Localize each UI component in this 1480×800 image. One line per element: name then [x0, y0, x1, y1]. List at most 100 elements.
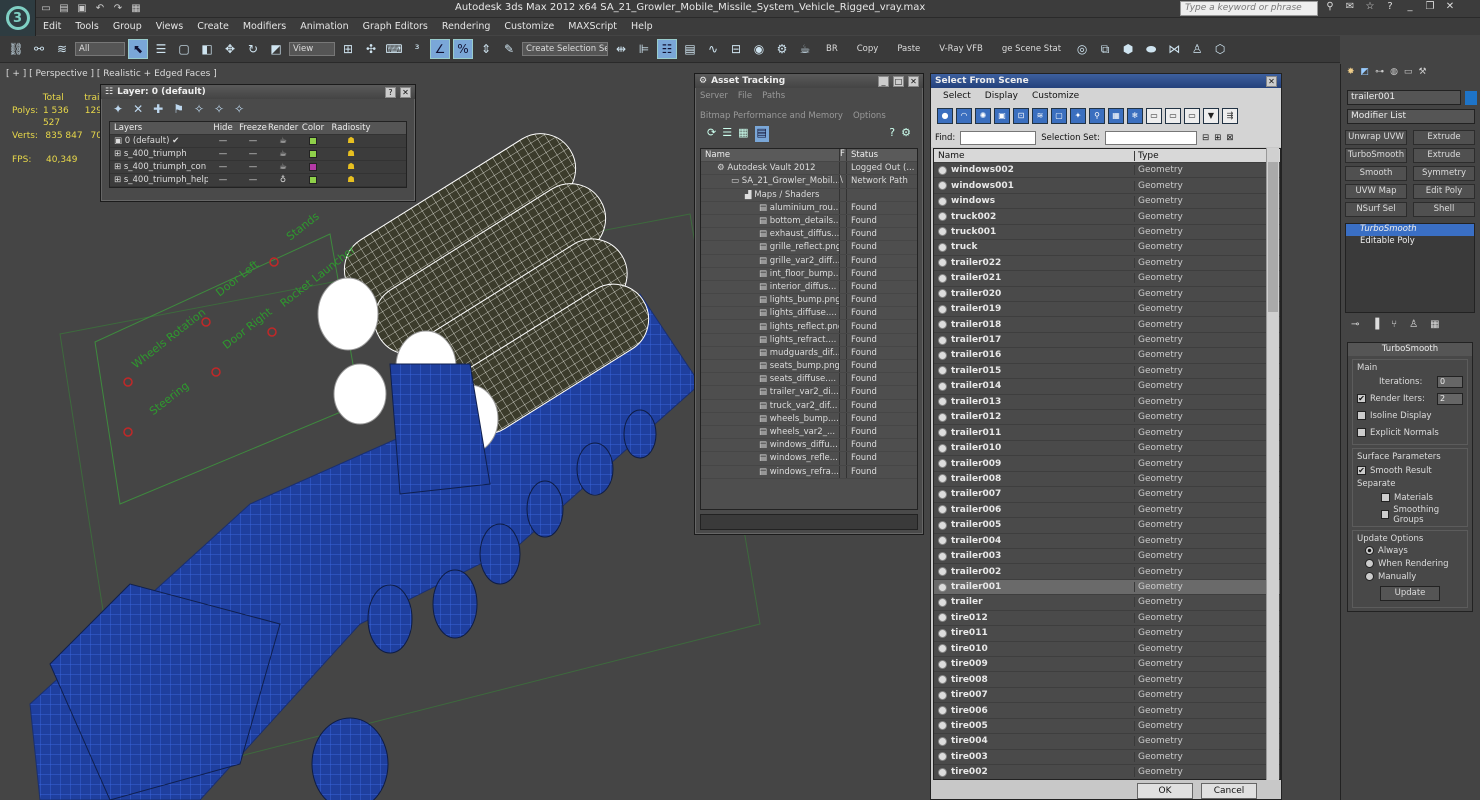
object-row[interactable]: tire007 Geometry — [934, 688, 1280, 704]
object-row[interactable]: tire012 Geometry — [934, 611, 1280, 627]
object-row[interactable]: tire004 Geometry — [934, 734, 1280, 750]
render-iters-checkbox[interactable]: ✔ — [1357, 394, 1366, 403]
menu-maxscript[interactable]: MAXScript — [561, 21, 624, 32]
asset-row[interactable]: ▤ wheels_var2_... Found — [701, 425, 917, 440]
object-row[interactable]: tire005 Geometry — [934, 719, 1280, 735]
motion-tab-icon[interactable]: ◍ — [1390, 67, 1398, 83]
freeze-all-icon[interactable]: ✧ — [234, 102, 244, 116]
col-name[interactable]: Name — [701, 150, 839, 160]
extrude-button[interactable]: Extrude — [1413, 130, 1475, 145]
restore-icon[interactable]: ❐ — [1422, 1, 1438, 16]
paste-button[interactable]: Paste — [889, 44, 928, 54]
modifier-list-dropdown[interactable]: Modifier List — [1347, 109, 1475, 124]
display-spacewarps-icon[interactable]: ≋ — [1032, 108, 1048, 124]
hide-all-icon[interactable]: ✧ — [214, 102, 224, 116]
render-setup-icon[interactable]: ⚙ — [772, 39, 792, 59]
object-row[interactable]: trailer012 Geometry — [934, 410, 1280, 426]
close-icon[interactable]: ✕ — [908, 75, 919, 87]
search-icon[interactable]: ⚲ — [1322, 1, 1338, 16]
freeze-toggle[interactable]: — — [238, 175, 268, 185]
menu-bitmap-performance[interactable]: Bitmap Performance and Memory — [700, 111, 843, 121]
symmetry-button[interactable]: Symmetry — [1413, 166, 1475, 181]
move-icon[interactable]: ✥ — [220, 39, 240, 59]
menu-create[interactable]: Create — [190, 21, 236, 32]
render-teapot-icon[interactable]: ☕ — [268, 162, 298, 172]
menu-options[interactable]: Options — [853, 111, 886, 121]
create-tab-icon[interactable]: ✸ — [1347, 67, 1355, 83]
filter-icon[interactable]: ▼ — [1203, 108, 1219, 124]
asset-row[interactable]: ▤ lights_bump.png Found — [701, 294, 917, 308]
smoothing-groups-checkbox[interactable] — [1381, 510, 1390, 519]
mirror-icon[interactable]: ⇹ — [611, 39, 631, 59]
asset-row[interactable]: ⚙ Autodesk Vault 2012 Logged Out (... — [701, 162, 917, 176]
graphite-ribbon-icon[interactable]: ▤ — [680, 39, 700, 59]
object-row[interactable]: trailer005 Geometry — [934, 518, 1280, 534]
object-row[interactable]: tire008 Geometry — [934, 672, 1280, 688]
asset-row[interactable]: ▤ seats_bump.png Found — [701, 360, 917, 374]
menu-select[interactable]: Select — [943, 91, 971, 102]
col-radiosity[interactable]: Radiosity — [328, 123, 374, 133]
object-row[interactable]: trailer004 Geometry — [934, 534, 1280, 549]
menu-group[interactable]: Group — [106, 21, 149, 32]
asset-row[interactable]: ▤ aluminium_rou... Found — [701, 201, 917, 215]
angle-snap-icon[interactable]: ∠ — [430, 39, 450, 59]
asset-row[interactable]: ▭ SA_21_Growler_Mobil... \ Network Path — [701, 175, 917, 189]
highlight-layer-icon[interactable]: ✧ — [194, 102, 204, 116]
display-lights-icon[interactable]: ✺ — [975, 108, 991, 124]
remove-modifier-icon[interactable]: ♙ — [1409, 319, 1418, 330]
object-list-scrollbar[interactable] — [1266, 148, 1279, 780]
undo-icon[interactable]: ↶ — [92, 2, 108, 16]
copy-button[interactable]: Copy — [849, 44, 887, 54]
delete-layer-icon[interactable]: ✕ — [133, 102, 143, 116]
ok-button[interactable]: OK — [1137, 783, 1193, 799]
radiosity-icon[interactable]: ☗ — [328, 162, 374, 172]
help-icon[interactable]: ? — [385, 86, 396, 98]
object-row[interactable]: windows001 Geometry — [934, 178, 1280, 194]
vray-vfb-button[interactable]: V-Ray VFB — [931, 44, 991, 54]
stack-item-turbosmooth[interactable]: TurboSmooth — [1346, 224, 1474, 236]
asset-row[interactable]: ▤ grille_var2_diff... Found — [701, 254, 917, 268]
display-shapes-icon[interactable]: ◠ — [956, 108, 972, 124]
object-name-field[interactable]: trailer001 — [1347, 90, 1461, 105]
ribbon-icon[interactable]: ⬬ — [1141, 39, 1161, 59]
schematic-view-icon[interactable]: ⊟ — [726, 39, 746, 59]
menu-server[interactable]: Server — [700, 91, 728, 101]
object-row[interactable]: trailer010 Geometry — [934, 441, 1280, 457]
hide-toggle[interactable]: — — [208, 162, 238, 172]
layer-row[interactable]: ⊞ s_400_triumph — — ☕ ☗ — [110, 148, 406, 161]
display-groups-icon[interactable]: ▢ — [1051, 108, 1067, 124]
render-iters-spinner[interactable]: 2 — [1437, 392, 1463, 405]
asset-row[interactable]: ▤ windows_diffu... Found — [701, 439, 917, 453]
layer-color-swatch[interactable] — [309, 149, 317, 158]
object-row[interactable]: truck002 Geometry — [934, 209, 1280, 225]
spinner-snap-icon[interactable]: ⇕ — [476, 39, 496, 59]
uvw-map-button[interactable]: UVW Map — [1345, 184, 1407, 199]
menu-paths[interactable]: Paths — [762, 91, 785, 101]
configure-modifier-sets-icon[interactable]: ▦ — [1430, 319, 1439, 330]
window-crossing-icon[interactable]: ◧ — [197, 39, 217, 59]
anim-layer-icon[interactable]: ⬡ — [1210, 39, 1230, 59]
stack-item-editable-poly[interactable]: Editable Poly — [1346, 236, 1474, 248]
display-geometry-icon[interactable]: ● — [937, 108, 953, 124]
layer-row[interactable]: ▣ 0 (default) ✔ — — ☕ ☗ — [110, 135, 406, 148]
figure-icon[interactable]: ♙ — [1187, 39, 1207, 59]
pivot-center-icon[interactable]: ⊞ — [338, 39, 358, 59]
render-frame-icon[interactable]: ◎ — [1072, 39, 1092, 59]
close-icon[interactable]: ✕ — [400, 86, 411, 98]
pin-stack-icon[interactable]: ⊸ — [1351, 319, 1359, 330]
freeze-toggle[interactable]: — — [238, 162, 268, 172]
layer-color-swatch[interactable] — [309, 175, 317, 184]
asset-row[interactable]: ▤ windows_refle... Found — [701, 452, 917, 466]
help-icon[interactable]: ? — [889, 126, 895, 142]
edit-poly-button[interactable]: Edit Poly — [1413, 184, 1475, 199]
hierarchy-tab-icon[interactable]: ⊶ — [1375, 67, 1384, 83]
object-row[interactable]: windows Geometry — [934, 194, 1280, 210]
settings-icon[interactable]: ⚙ — [901, 126, 911, 142]
render-teapot-icon[interactable]: ☕ — [268, 149, 298, 159]
keyboard-shortcut-icon[interactable]: ⌨ — [384, 39, 404, 59]
hide-toggle[interactable]: — — [208, 175, 238, 185]
select-by-name-icon[interactable]: ☰ — [151, 39, 171, 59]
menu-display[interactable]: Display — [985, 91, 1018, 102]
list-view-icon[interactable]: ☰ — [722, 126, 732, 142]
object-row[interactable]: trailer006 Geometry — [934, 503, 1280, 519]
